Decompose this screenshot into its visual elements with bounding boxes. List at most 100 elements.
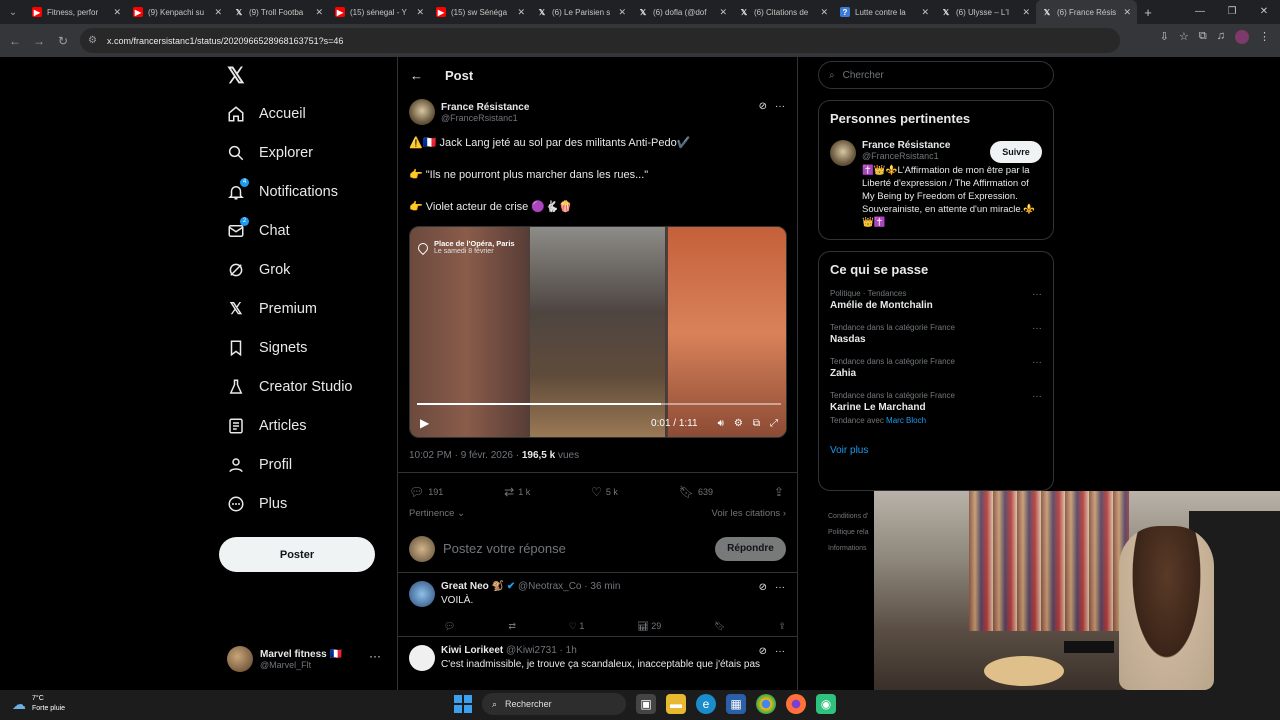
- minimize-icon[interactable]: —: [1184, 0, 1216, 24]
- avatar[interactable]: [409, 645, 435, 671]
- person-row[interactable]: France Résistance @FranceRsistanc1 ✝️👑⚜️…: [830, 140, 1042, 229]
- grok-icon[interactable]: ⊘: [759, 101, 767, 112]
- like-button[interactable]: ♡ 1: [569, 621, 585, 632]
- close-icon[interactable]: ✕: [719, 7, 727, 18]
- new-tab-button[interactable]: +: [1137, 5, 1159, 20]
- show-more-link[interactable]: Voir plus: [830, 445, 1042, 456]
- nav-profile[interactable]: Profil: [227, 452, 292, 478]
- nav-grok[interactable]: Grok: [227, 257, 290, 283]
- view-quotes-link[interactable]: Voir les citations ›: [712, 508, 786, 519]
- reply-icon[interactable]: 💬︎: [444, 621, 455, 632]
- media-icon[interactable]: ♫: [1217, 30, 1225, 44]
- firefox-icon[interactable]: [786, 694, 806, 714]
- taskbar-search[interactable]: ⌕ Rechercher: [482, 693, 626, 715]
- more-icon[interactable]: ···: [775, 582, 785, 593]
- chrome-icon[interactable]: [756, 694, 776, 714]
- more-icon[interactable]: ···: [369, 649, 381, 663]
- grok-icon[interactable]: ⊘: [759, 646, 767, 657]
- views-button[interactable]: 📊︎ 29: [637, 621, 661, 632]
- account-switcher[interactable]: Marvel fitness 🇫🇷 @Marvel_Flt ···: [227, 643, 387, 675]
- close-icon[interactable]: ✕: [921, 7, 929, 18]
- back-arrow-icon[interactable]: ←: [410, 68, 423, 83]
- close-icon[interactable]: ✕: [1123, 7, 1131, 18]
- app-icon[interactable]: ◉: [816, 694, 836, 714]
- browser-tab[interactable]: 𝕏 (9) Troll Footba ✕: [228, 0, 329, 24]
- close-icon[interactable]: ✕: [618, 7, 626, 18]
- trend-item[interactable]: Tendance dans la catégorie France Zahia …: [830, 357, 1042, 379]
- browser-tab[interactable]: 𝕏 (6) Ulysse – L'I ✕: [935, 0, 1036, 24]
- browser-tab-active[interactable]: 𝕏 (6) France Résis ✕: [1036, 0, 1137, 24]
- profile-avatar[interactable]: [1235, 30, 1249, 44]
- nav-premium[interactable]: 𝕏 Premium: [227, 296, 317, 322]
- more-icon[interactable]: ···: [1032, 391, 1042, 402]
- close-icon[interactable]: ✕: [1022, 7, 1030, 18]
- reply-button[interactable]: 💬︎ 191: [409, 485, 443, 499]
- maximize-icon[interactable]: ❐: [1216, 0, 1248, 24]
- forward-icon[interactable]: →: [27, 34, 51, 48]
- close-icon[interactable]: ✕: [416, 7, 424, 18]
- play-icon[interactable]: ▶: [420, 416, 429, 430]
- post-timestamp[interactable]: 10:02 PM · 9 févr. 2026 ·: [409, 450, 522, 461]
- post-author[interactable]: France Résistance @FranceRsistanc1: [409, 99, 786, 125]
- search-input[interactable]: ⌕ Chercher: [818, 61, 1054, 89]
- trend-item[interactable]: Tendance dans la catégorie France Karine…: [830, 391, 1042, 425]
- task-view-icon[interactable]: ▣: [636, 694, 656, 714]
- grok-icon[interactable]: ⊘: [759, 582, 767, 593]
- reload-icon[interactable]: ↻: [51, 34, 75, 48]
- like-button[interactable]: ♡ 5 k: [591, 485, 618, 499]
- video-progress-bar[interactable]: [417, 403, 781, 405]
- close-icon[interactable]: ✕: [113, 7, 121, 18]
- reply-input[interactable]: Postez votre réponse: [443, 541, 707, 556]
- share-icon[interactable]: ⇪: [778, 621, 786, 632]
- avatar[interactable]: [830, 140, 856, 166]
- nav-articles[interactable]: Articles: [227, 413, 307, 439]
- close-window-icon[interactable]: ✕: [1248, 0, 1280, 24]
- weather-widget[interactable]: ☁ 7°C Forte pluie: [12, 694, 65, 714]
- nav-home[interactable]: Accueil: [227, 101, 306, 127]
- repost-button[interactable]: ⇄ 1 k: [504, 485, 530, 499]
- reply-item[interactable]: Kiwi Lorikeet @Kiwi2731 · 1h C'est inadm…: [398, 637, 797, 671]
- browser-tab[interactable]: ▶ Fitness, perfor ✕: [26, 0, 127, 24]
- browser-tab[interactable]: 𝕏 (6) Citations de ✕: [733, 0, 834, 24]
- close-icon[interactable]: ✕: [315, 7, 323, 18]
- post-button[interactable]: Poster: [219, 537, 375, 572]
- extensions-icon[interactable]: ⧉: [1199, 30, 1207, 44]
- nav-bookmarks[interactable]: Signets: [227, 335, 307, 361]
- close-icon[interactable]: ✕: [214, 7, 222, 18]
- volume-icon[interactable]: 🔊︎: [718, 418, 724, 429]
- close-icon[interactable]: ✕: [820, 7, 828, 18]
- browser-tab[interactable]: ▶ (15) sénegal - Y ✕: [329, 0, 430, 24]
- more-icon[interactable]: ···: [775, 101, 785, 112]
- nav-more[interactable]: Plus: [227, 491, 287, 517]
- more-icon[interactable]: ···: [1032, 323, 1042, 334]
- nav-chat[interactable]: 2 Chat: [227, 217, 290, 244]
- store-icon[interactable]: ▦: [726, 694, 746, 714]
- browser-tab[interactable]: 𝕏 (6) Le Parisien s ✕: [531, 0, 632, 24]
- more-icon[interactable]: ···: [1032, 289, 1042, 300]
- trend-item[interactable]: Tendance dans la catégorie France Nasdas…: [830, 323, 1042, 345]
- url-field[interactable]: ⚙ x.com/francersistanc1/status/202096652…: [80, 28, 1120, 53]
- fullscreen-icon[interactable]: ⤢: [770, 418, 778, 429]
- browser-tab[interactable]: ? Lutte contre la ✕: [834, 0, 935, 24]
- browser-tab[interactable]: ▶ (9) Kenpachi su ✕: [127, 0, 228, 24]
- trend-item[interactable]: Politique · Tendances Amélie de Montchal…: [830, 289, 1042, 311]
- nav-notifications[interactable]: 4 Notifications: [227, 178, 338, 205]
- browser-tab[interactable]: ▶ (15) sw Sénéga ✕: [430, 0, 531, 24]
- avatar[interactable]: [409, 581, 435, 607]
- install-icon[interactable]: ⇩: [1160, 30, 1169, 44]
- reply-button[interactable]: Répondre: [715, 536, 786, 561]
- back-icon[interactable]: ←: [3, 34, 27, 48]
- settings-gear-icon[interactable]: ⚙: [734, 418, 743, 429]
- trend-related-link[interactable]: Marc Bloch: [886, 416, 926, 425]
- windows-start-icon[interactable]: [454, 695, 472, 713]
- more-icon[interactable]: ···: [775, 646, 785, 657]
- nav-creator-studio[interactable]: Creator Studio: [227, 374, 353, 400]
- file-explorer-icon[interactable]: ▬: [666, 694, 686, 714]
- edge-icon[interactable]: e: [696, 694, 716, 714]
- more-icon[interactable]: ···: [1032, 357, 1042, 368]
- video-player[interactable]: Place de l'Opéra, Paris Le samedi 8 févr…: [409, 226, 787, 438]
- repost-icon[interactable]: ⇄: [508, 621, 516, 632]
- reply-item[interactable]: Great Neo 🐒 ✔ @Neotrax_Co · 36 min VOILÀ…: [398, 573, 797, 637]
- sort-dropdown[interactable]: Pertinence ⌄: [409, 508, 465, 519]
- close-icon[interactable]: ✕: [517, 7, 525, 18]
